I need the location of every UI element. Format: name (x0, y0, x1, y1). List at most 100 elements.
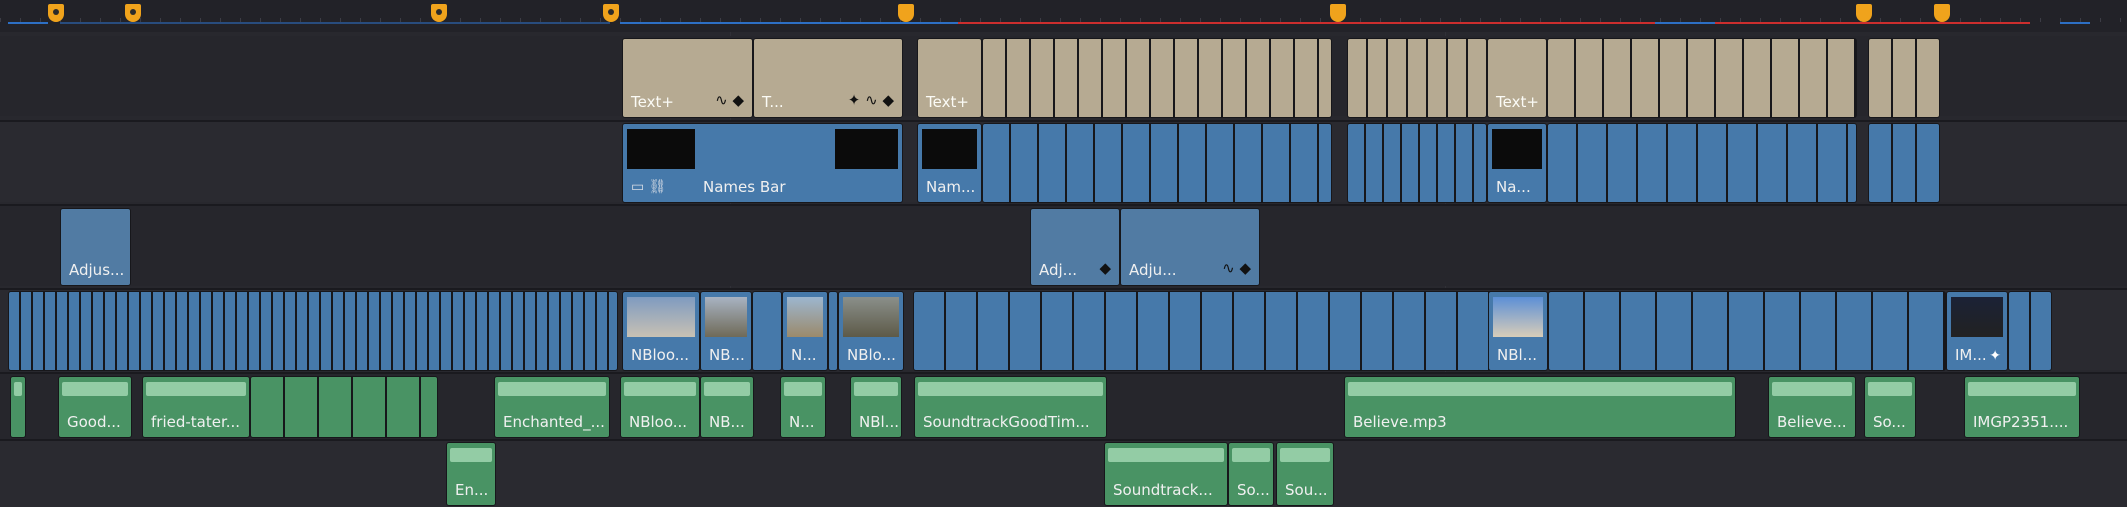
audio-clip[interactable]: En... (446, 442, 496, 506)
title-clip[interactable]: T... ✦ ∿ ◆ (753, 38, 903, 118)
audio-waveform (918, 382, 1103, 396)
marker-icon (130, 9, 136, 15)
audio-waveform (704, 382, 750, 396)
keyframe-icon: ∿ ◆ (1222, 259, 1251, 277)
clip-label: fried-tater... (151, 413, 241, 431)
audio-clip[interactable]: N... (780, 376, 826, 438)
timeline-marker[interactable] (431, 4, 447, 22)
adjustment-clip[interactable]: Adjus... (60, 208, 131, 286)
audio-clip[interactable] (10, 376, 26, 438)
title-clip[interactable]: Text+ ∿ ◆ (622, 38, 753, 118)
adjustment-clip[interactable]: Adj... ◆ (1030, 208, 1120, 286)
video-clip[interactable] (2008, 291, 2052, 371)
clip-label: Soundtrack... (1113, 481, 1213, 499)
range-bar-blue-4 (1655, 22, 1715, 24)
video-clip[interactable]: NBloo... (622, 291, 700, 371)
video-clip[interactable]: IM... ✦ (1946, 291, 2008, 371)
clip-label: N... (789, 413, 815, 431)
graphics-clip[interactable]: Na... (1487, 123, 1547, 203)
title-clip[interactable]: Text+ (917, 38, 982, 118)
graphics-clip[interactable]: Nam... (917, 123, 982, 203)
clip-label: Adj... (1039, 261, 1077, 279)
audio-waveform (1348, 382, 1732, 396)
audio-clip[interactable]: Good... (58, 376, 132, 438)
audio-clip[interactable]: Sou... (1276, 442, 1334, 506)
audio-waveform (1108, 448, 1224, 462)
video-clip[interactable]: NBlo... (838, 291, 904, 371)
marker-icon (53, 9, 59, 15)
audio-waveform (62, 382, 128, 396)
title-clip[interactable] (1547, 38, 1857, 118)
clip-thumbnail (787, 297, 823, 337)
clip-label: Text+ (1496, 93, 1539, 111)
audio-clip[interactable]: NB... (700, 376, 754, 438)
keyframe-icon: ∿ ◆ (715, 91, 744, 109)
clip-label: T... (762, 93, 784, 111)
audio-clip[interactable]: IMGP2351.... (1964, 376, 2080, 438)
timeline-ruler[interactable] (0, 0, 2127, 32)
timeline-marker[interactable] (125, 4, 141, 22)
audio-waveform (450, 448, 492, 462)
audio-clip[interactable] (250, 376, 438, 438)
timeline-marker[interactable] (603, 4, 619, 22)
audio-waveform (14, 382, 22, 396)
timeline-marker[interactable] (1934, 4, 1950, 22)
clip-thumbnail (627, 297, 695, 337)
audio-clip[interactable]: fried-tater... (142, 376, 250, 438)
clip-label: Names Bar (703, 178, 786, 196)
clip-label: NB... (709, 413, 745, 431)
audio-clip[interactable]: NBloo... (620, 376, 700, 438)
range-bar-red-1 (958, 22, 1658, 24)
timeline-marker[interactable] (48, 4, 64, 22)
timeline-marker[interactable] (1856, 4, 1872, 22)
clip-thumbnail (843, 297, 899, 337)
clip-thumbnail (705, 297, 747, 337)
audio-clip[interactable]: So... (1864, 376, 1916, 438)
graphics-clip[interactable] (982, 123, 1332, 203)
audio-clip[interactable]: Soundtrack... (1104, 442, 1228, 506)
graphics-clip[interactable] (1547, 123, 1857, 203)
clip-label: NBloo... (629, 413, 688, 431)
audio-clip[interactable]: So... (1228, 442, 1274, 506)
audio-waveform (854, 382, 898, 396)
audio-clip[interactable]: Enchanted_... (494, 376, 610, 438)
range-bar-blue-5 (2060, 22, 2090, 24)
video-clip[interactable] (8, 291, 618, 371)
video-clip[interactable]: N... (782, 291, 828, 371)
clip-label: Adju... (1129, 261, 1177, 279)
title-clip[interactable] (1868, 38, 1940, 118)
video-clip[interactable] (1548, 291, 1946, 371)
track-audio-2 (0, 441, 2127, 507)
video-clip[interactable] (913, 291, 1493, 371)
audio-clip[interactable]: SoundtrackGoodTim... (914, 376, 1107, 438)
clip-label: En... (455, 481, 489, 499)
audio-clip[interactable]: Believe... (1768, 376, 1856, 438)
clip-label: Nam... (926, 178, 976, 196)
video-clip[interactable] (828, 291, 838, 371)
range-bar-blue-2 (60, 22, 610, 24)
graphics-clip[interactable]: ▭ ⛓ Names Bar (622, 123, 903, 203)
timeline-marker[interactable] (898, 4, 914, 22)
audio-clip[interactable]: NBl... (850, 376, 902, 438)
clip-label: Adjus... (69, 261, 125, 279)
timeline[interactable]: Text+ ∿ ◆ T... ✦ ∿ ◆ Text+ Text+ ▭ ⛓ Nam… (0, 0, 2127, 507)
graphics-clip[interactable] (1868, 123, 1940, 203)
adjustment-clip[interactable]: Adju... ∿ ◆ (1120, 208, 1260, 286)
audio-waveform (1280, 448, 1330, 462)
title-clip[interactable] (982, 38, 1332, 118)
clip-label: N... (791, 346, 817, 364)
audio-waveform (146, 382, 246, 396)
clip-label: IM... (1955, 346, 1987, 364)
video-clip[interactable]: NBl... (1488, 291, 1548, 371)
audio-clip[interactable]: Believe.mp3 (1344, 376, 1736, 438)
title-clip[interactable]: Text+ (1487, 38, 1547, 118)
title-clip[interactable] (1347, 38, 1487, 118)
clip-label: NBl... (859, 413, 899, 431)
video-clip[interactable]: NB... (700, 291, 752, 371)
graphics-clip[interactable] (1347, 123, 1487, 203)
video-clip[interactable] (752, 291, 782, 371)
clip-label: Text+ (926, 93, 969, 111)
timeline-marker[interactable] (1330, 4, 1346, 22)
audio-waveform (624, 382, 696, 396)
clip-label: SoundtrackGoodTim... (923, 413, 1090, 431)
